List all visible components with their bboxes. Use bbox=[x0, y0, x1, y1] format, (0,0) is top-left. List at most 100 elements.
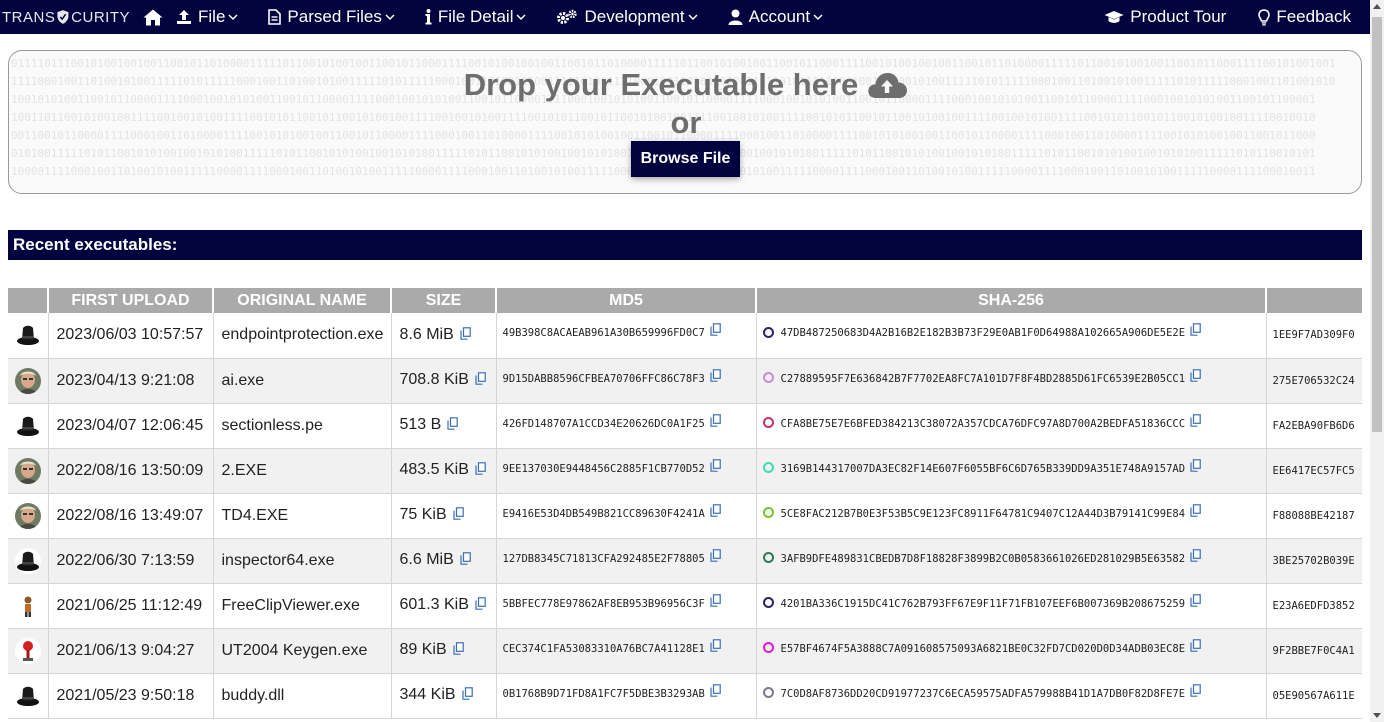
recent-executables-header: Recent executables: bbox=[8, 230, 1362, 260]
dropzone-title: Drop your Executable here bbox=[9, 67, 1361, 103]
copy-icon[interactable] bbox=[710, 503, 721, 520]
nav-parsed-files[interactable]: Parsed Files bbox=[268, 7, 395, 27]
copy-icon[interactable] bbox=[710, 683, 721, 700]
extra-hash-cell: 05E90567A611E bbox=[1266, 673, 1362, 719]
copy-icon[interactable] bbox=[1190, 638, 1201, 655]
uploader-avatar[interactable] bbox=[15, 367, 41, 394]
scroll-down-arrow-icon[interactable] bbox=[1373, 713, 1381, 718]
copy-icon[interactable] bbox=[1190, 593, 1201, 610]
uploader-avatar[interactable] bbox=[15, 412, 41, 439]
copy-icon[interactable] bbox=[1190, 413, 1201, 430]
browse-file-button[interactable]: Browse File bbox=[631, 141, 740, 177]
nav-development[interactable]: Development bbox=[556, 7, 698, 27]
copy-icon[interactable] bbox=[1190, 368, 1201, 385]
copy-icon[interactable] bbox=[710, 638, 721, 655]
copy-icon[interactable] bbox=[1190, 503, 1201, 520]
vertical-scrollbar[interactable] bbox=[1370, 0, 1384, 722]
copy-icon[interactable] bbox=[475, 372, 486, 390]
table-row[interactable]: 2022/08/16 13:50:09 2.EXE 483.5 KiB 9EE1370… bbox=[8, 448, 1362, 494]
original-name-cell[interactable]: FreeClipViewer.exe bbox=[213, 583, 392, 629]
md5-cell: 9D15DABB8596CFBEA70706FFC86C78F3 bbox=[496, 358, 757, 404]
uploader-avatar[interactable] bbox=[15, 502, 41, 529]
copy-icon[interactable] bbox=[1190, 458, 1201, 475]
column-header-size[interactable]: SIZE bbox=[391, 288, 497, 313]
copy-icon[interactable] bbox=[710, 323, 721, 339]
original-name-cell[interactable]: 2.EXE bbox=[213, 448, 392, 494]
copy-icon[interactable] bbox=[475, 462, 486, 480]
table-header-row: FIRST UPLOAD ORIGINAL NAME SIZE MD5 SHA-… bbox=[8, 288, 1362, 313]
nav-product-tour[interactable]: Product Tour bbox=[1104, 7, 1226, 27]
size-cell: 344 KiB bbox=[391, 673, 497, 719]
md5-cell: E9416E53D4DB549B821CC89630F4241A bbox=[496, 493, 757, 539]
md5-cell: 426FD148707A1CCD34E20626DC0A1F25 bbox=[496, 403, 757, 449]
home-button[interactable] bbox=[130, 9, 176, 26]
copy-icon[interactable] bbox=[461, 687, 473, 705]
original-name-cell[interactable]: ai.exe bbox=[213, 358, 392, 404]
size-cell: 6.6 MiB bbox=[391, 538, 497, 584]
nav-feedback-label: Feedback bbox=[1276, 7, 1351, 26]
original-name-cell[interactable]: buddy.dll bbox=[213, 673, 392, 719]
original-name-cell[interactable]: endpointprotection.exe bbox=[213, 313, 392, 359]
original-name-cell[interactable]: inspector64.exe bbox=[213, 538, 392, 584]
uploader-avatar[interactable] bbox=[15, 637, 41, 664]
column-header-first-upload[interactable]: FIRST UPLOAD bbox=[48, 288, 214, 313]
original-name-cell[interactable]: TD4.EXE bbox=[213, 493, 392, 539]
copy-icon[interactable] bbox=[1190, 323, 1201, 339]
copy-icon[interactable] bbox=[710, 368, 721, 385]
recent-executables-table: FIRST UPLOAD ORIGINAL NAME SIZE MD5 SHA-… bbox=[8, 288, 1362, 719]
nav-feedback[interactable]: Feedback bbox=[1258, 7, 1351, 27]
copy-icon[interactable] bbox=[1190, 683, 1201, 700]
table-row[interactable]: 2023/04/13 9:21:08 ai.exe 708.8 KiB 9D15DAB… bbox=[8, 358, 1362, 404]
column-header-original-name[interactable]: ORIGINAL NAME bbox=[213, 288, 392, 313]
table-row[interactable]: 2022/08/16 13:49:07 TD4.EXE 75 KiB E9416E53… bbox=[8, 493, 1362, 539]
original-name-cell[interactable]: sectionless.pe bbox=[213, 403, 392, 449]
copy-icon[interactable] bbox=[453, 642, 464, 660]
copy-icon[interactable] bbox=[710, 548, 721, 565]
color-circle-icon bbox=[762, 687, 774, 698]
table-row[interactable]: 2022/06/30 7:13:59 inspector64.exe 6.6 MiB… bbox=[8, 538, 1362, 584]
copy-icon[interactable] bbox=[710, 413, 721, 430]
brand-logo[interactable]: TRANS CURITY bbox=[0, 0, 130, 34]
uploader-avatar[interactable] bbox=[15, 457, 41, 484]
copy-icon[interactable] bbox=[1190, 548, 1201, 565]
nav-file[interactable]: File bbox=[176, 7, 238, 27]
table-row[interactable]: 2021/06/25 11:12:49 FreeClipViewer.exe 601… bbox=[8, 583, 1362, 629]
sha256-value: CFA8BE75E7E6BFED384213C38072A357CDCA76DF… bbox=[780, 417, 1186, 430]
scrollbar-thumb[interactable] bbox=[1372, 17, 1382, 432]
uploader-avatar[interactable] bbox=[15, 322, 41, 349]
size-cell: 513 B bbox=[391, 403, 497, 449]
sha256-cell: 3AFB9DFE489831CBEDB7D8F18828F3899B2C0B05… bbox=[756, 538, 1267, 584]
copy-icon[interactable] bbox=[453, 507, 464, 525]
copy-icon[interactable] bbox=[710, 593, 721, 610]
copy-icon[interactable] bbox=[475, 597, 486, 615]
copy-icon[interactable] bbox=[460, 327, 471, 345]
table-row[interactable]: 2023/06/03 10:57:57 endpointprotection.ex… bbox=[8, 313, 1362, 359]
scroll-up-arrow-icon[interactable] bbox=[1373, 4, 1381, 9]
uploader-avatar[interactable] bbox=[15, 592, 41, 619]
dropzone-or: or bbox=[670, 105, 702, 140]
original-name-cell[interactable]: UT2004 Keygen.exe bbox=[213, 628, 392, 674]
nav-file-detail[interactable]: File Detail bbox=[425, 7, 527, 27]
lightbulb-icon bbox=[1258, 8, 1271, 26]
column-header-md5[interactable]: MD5 bbox=[496, 288, 757, 313]
color-circle-icon bbox=[762, 597, 774, 608]
table-row[interactable]: 2023/04/07 12:06:45 sectionless.pe 513 B 42… bbox=[8, 403, 1362, 449]
gears-icon bbox=[556, 9, 578, 25]
copy-icon[interactable] bbox=[460, 552, 471, 570]
copy-icon[interactable] bbox=[447, 417, 459, 435]
copy-icon[interactable] bbox=[710, 458, 721, 475]
uploader-avatar[interactable] bbox=[15, 682, 41, 709]
size-value: 75 KiB bbox=[399, 506, 447, 524]
uploader-avatar[interactable] bbox=[15, 547, 41, 574]
sha256-value: 47DB487250683D4A2B16B2E182B3B73F29E0AB1F… bbox=[780, 327, 1186, 340]
column-header-sha256[interactable]: SHA-256 bbox=[756, 288, 1267, 313]
first-upload-cell: 2021/06/25 11:12:49 bbox=[48, 583, 214, 629]
file-dropzone[interactable]: 0111101110010100100100110010110100001111… bbox=[8, 50, 1362, 194]
size-value: 6.6 MiB bbox=[399, 551, 454, 569]
nav-account[interactable]: Account bbox=[728, 7, 823, 27]
md5-cell: 49B398C8ACAEAB961A30B659996FD0C7 bbox=[496, 313, 757, 359]
color-circle-icon bbox=[762, 462, 774, 473]
chevron-down-icon bbox=[228, 13, 238, 21]
table-row[interactable]: 2021/05/23 9:50:18 buddy.dll 344 KiB 0B1768… bbox=[8, 673, 1362, 719]
table-row[interactable]: 2021/06/13 9:04:27 UT2004 Keygen.exe 89 Ki… bbox=[8, 628, 1362, 674]
